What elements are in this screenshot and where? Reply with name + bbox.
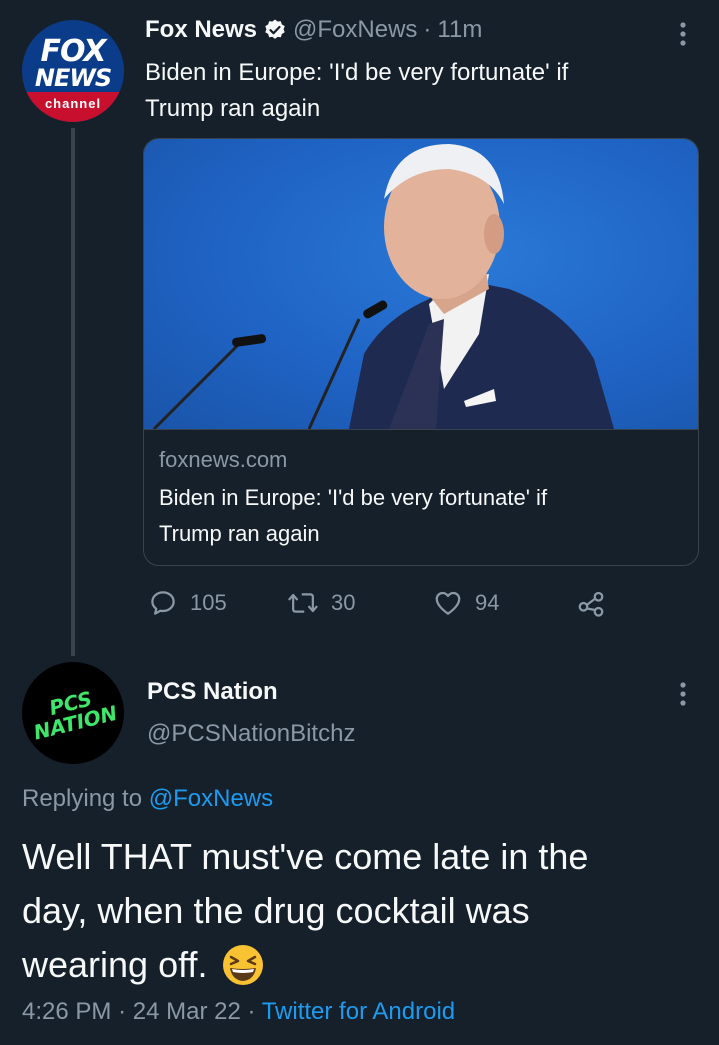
reply-text-line: day, when the drug cocktail was [22,890,530,931]
reply-text-last-line: wearing off. [22,938,588,992]
card-image [144,139,698,430]
reply-author-name[interactable]: PCS Nation [147,678,278,706]
meta-separator: · [118,998,127,1025]
share-button[interactable] [576,588,606,618]
tweet-text-line: Trump ran again [145,95,321,122]
card-title-line: Trump ran again [159,521,320,546]
avatar-logo-bottom: NEWS [34,64,112,92]
heart-icon [435,591,461,615]
header-separator: · [423,16,432,43]
reply-date[interactable]: 24 Mar 22 [133,998,241,1025]
laughing-emoji-icon [221,943,265,987]
like-count: 94 [475,590,500,615]
tweet-text-line: Biden in Europe: 'I'd be very fortunate'… [145,59,569,86]
replying-to-handle[interactable]: @FoxNews [149,785,273,812]
reply-text: Well THAT must've come late in the day, … [22,830,588,992]
reply-icon [151,591,175,615]
link-card[interactable]: foxnews.com Biden in Europe: 'I'd be ver… [143,138,699,566]
reply-text-line: wearing off. [22,944,208,985]
reply-source[interactable]: Twitter for Android [262,998,455,1025]
reply-button[interactable]: 105 [148,588,227,618]
more-vertical-icon[interactable] [668,678,698,710]
like-button[interactable]: 94 [433,588,499,618]
retweet-button[interactable]: 30 [287,588,355,618]
share-icon [578,591,604,617]
reply-count: 105 [190,590,227,615]
card-title-line: Biden in Europe: 'I'd be very fortunate'… [159,485,548,510]
tweet-header: Fox News @FoxNews · 11m [145,16,482,44]
avatar-logo-band: channel [22,92,124,122]
reply-author-handle[interactable]: @PCSNationBitchz [147,720,355,748]
pcs-nation-avatar[interactable]: PCS NATION [22,662,124,764]
reply-time[interactable]: 4:26 PM [22,998,111,1025]
card-title: Biden in Europe: 'I'd be very fortunate'… [159,480,547,552]
fox-news-avatar[interactable]: FOX NEWS channel [22,20,124,122]
meta-separator: · [247,998,256,1025]
reply-text-line: Well THAT must've come late in the [22,836,589,877]
avatar-logo: PCS NATION [11,651,135,775]
retweet-count: 30 [331,590,356,615]
retweet-icon [288,593,318,613]
verified-badge-icon [263,18,287,42]
card-domain: foxnews.com [159,447,288,472]
author-name[interactable]: Fox News [145,16,257,44]
tweet-text: Biden in Europe: 'I'd be very fortunate'… [145,55,568,127]
more-vertical-icon[interactable] [668,18,698,50]
replying-to-label: Replying to [22,785,143,812]
replying-to: Replying to @FoxNews [22,785,273,813]
reply-meta: 4:26 PM · 24 Mar 22 · Twitter for Androi… [22,998,455,1026]
tweet-time-ago[interactable]: 11m [437,16,482,44]
thread-connector-line [71,128,75,656]
author-handle[interactable]: @FoxNews [293,16,417,44]
